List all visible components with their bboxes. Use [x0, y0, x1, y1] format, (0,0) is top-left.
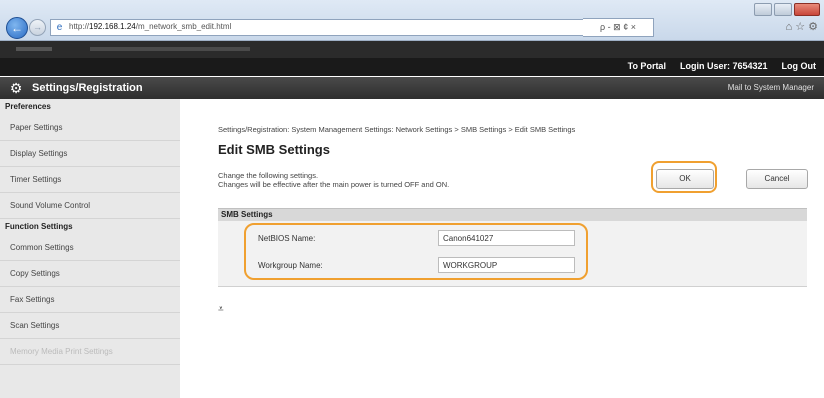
window-controls — [754, 3, 820, 16]
minimize-icon[interactable] — [754, 3, 772, 16]
address-bar[interactable]: e http://192.168.1.24/m_network_smb_edit… — [50, 19, 586, 36]
sidebar-item-paper-settings[interactable]: Paper Settings — [0, 115, 180, 141]
sidebar-heading-preferences: Preferences — [5, 102, 51, 111]
log-out-link[interactable]: Log Out — [782, 61, 817, 71]
address-tool-symbols[interactable]: ρ - ⊠ ¢ × — [600, 22, 636, 33]
fields-highlight-frame — [244, 223, 588, 280]
address-bar-tools: ρ - ⊠ ¢ × — [583, 18, 654, 37]
device-name-blurred — [16, 47, 52, 51]
main-content: Settings/Registration: System Management… — [180, 99, 824, 398]
instruction-text-1: Change the following settings. — [218, 171, 319, 180]
instruction-text-2: Changes will be effective after the main… — [218, 180, 450, 189]
settings-gear-icon: ⚙ — [9, 80, 23, 96]
top-bar: To Portal Login User: 7654321 Log Out — [0, 58, 824, 76]
back-arrow-icon[interactable]: ← — [6, 17, 28, 39]
sidebar-item-fax-settings[interactable]: Fax Settings — [0, 287, 180, 313]
to-portal-link[interactable]: To Portal — [628, 61, 666, 71]
sidebar-item-common-settings[interactable]: Common Settings — [0, 235, 180, 261]
top-bar-links: To Portal Login User: 7654321 Log Out — [628, 61, 816, 71]
device-model-blurred — [90, 47, 250, 51]
sidebar-heading-function-settings: Function Settings — [5, 222, 73, 231]
close-icon[interactable] — [794, 3, 820, 16]
sidebar-item-scan-settings[interactable]: Scan Settings — [0, 313, 180, 339]
maximize-icon[interactable] — [774, 3, 792, 16]
mail-to-system-manager-link[interactable]: Mail to System Manager — [728, 83, 814, 92]
sidebar-item-display-settings[interactable]: Display Settings — [0, 141, 180, 167]
sidebar-item-memory-media-print-settings[interactable]: Memory Media Print Settings — [0, 339, 180, 365]
sidebar-item-sound-volume-control[interactable]: Sound Volume Control — [0, 193, 180, 219]
page-title: Edit SMB Settings — [218, 142, 330, 157]
ok-button[interactable]: OK — [656, 169, 714, 189]
sidebar: Preferences Paper Settings Display Setti… — [0, 99, 180, 398]
forward-arrow-icon[interactable]: → — [29, 19, 46, 36]
login-user-label: Login User: 7654321 — [679, 61, 768, 71]
breadcrumb: Settings/Registration: System Management… — [218, 125, 576, 134]
header-title: Settings/Registration — [32, 82, 143, 94]
sidebar-item-timer-settings[interactable]: Timer Settings — [0, 167, 180, 193]
device-name-band — [0, 41, 824, 58]
ie-page-icon: e — [56, 22, 63, 33]
page-header: ⚙ Settings/Registration Mail to System M… — [0, 77, 824, 99]
browser-chrome: ← → e http://192.168.1.24/m_network_smb_… — [0, 0, 824, 41]
section-title: SMB Settings — [221, 210, 273, 219]
smb-settings-section-header: SMB Settings — [218, 208, 807, 221]
sidebar-item-copy-settings[interactable]: Copy Settings — [0, 261, 180, 287]
back-to-top-icon[interactable]: ⩡ — [218, 304, 224, 315]
url-text: http://192.168.1.24/m_network_smb_edit.h… — [69, 22, 232, 31]
browser-toolbar-icons[interactable]: ⌂ ☆ ⚙ — [786, 20, 818, 33]
cancel-button[interactable]: Cancel — [746, 169, 808, 189]
